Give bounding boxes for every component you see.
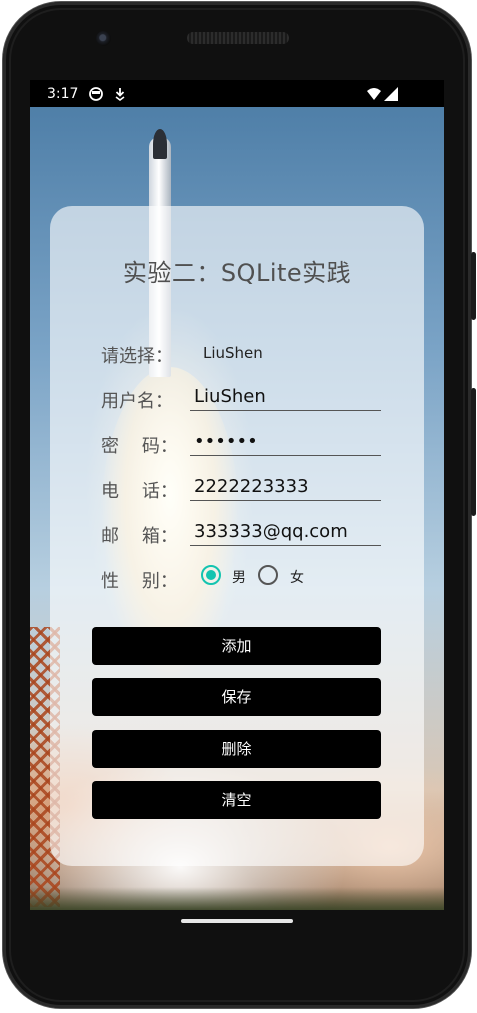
spinner-label: 请选择： (101, 346, 173, 367)
password-input[interactable] (190, 427, 381, 455)
form-card: 实验二：SQLite实践 请选择： LiuShen 用户名： 密 码： 电 话：… (50, 206, 424, 866)
username-label: 用户名： (101, 391, 173, 412)
status-time: 3:17 (47, 86, 79, 102)
username-field[interactable] (190, 382, 381, 411)
ground (30, 887, 444, 910)
power-button (471, 252, 476, 320)
volume-button (471, 388, 476, 516)
email-input[interactable] (190, 517, 381, 545)
alert-circle-icon (89, 87, 103, 101)
earpiece-speaker (187, 32, 289, 44)
status-bar: 3:17 (30, 80, 444, 107)
signal-icon (384, 87, 398, 101)
front-camera (96, 31, 111, 46)
phone-label: 电 话： (101, 481, 178, 502)
gender-label: 性 别： (101, 571, 178, 592)
download-icon (115, 88, 125, 101)
gender-male-radio[interactable] (201, 565, 221, 585)
email-field[interactable] (190, 517, 381, 546)
gender-female-radio[interactable] (258, 565, 278, 585)
phone-input[interactable] (190, 472, 381, 500)
home-gesture-bar[interactable] (181, 919, 293, 923)
save-button[interactable]: 保存 (92, 678, 381, 716)
email-label: 邮 箱： (101, 526, 178, 547)
password-label: 密 码： (101, 436, 178, 457)
screen: 3:17 实验二：SQLite实践 请选择： LiuShen 用户名： LiuS… (30, 80, 444, 910)
add-button[interactable]: 添加 (92, 627, 381, 665)
gender-female-label[interactable]: 女 (290, 567, 304, 587)
wifi-icon (367, 88, 381, 100)
delete-button[interactable]: 删除 (92, 730, 381, 768)
username-input[interactable] (190, 382, 381, 410)
user-spinner[interactable]: LiuShen (203, 344, 263, 362)
gender-male-label[interactable]: 男 (232, 567, 246, 587)
phone-field[interactable] (190, 472, 381, 501)
wallpaper-background: 实验二：SQLite实践 请选择： LiuShen 用户名： 密 码： 电 话：… (30, 107, 444, 910)
page-title: 实验二：SQLite实践 (122, 259, 352, 287)
clear-button[interactable]: 清空 (92, 781, 381, 819)
password-field[interactable] (190, 427, 381, 456)
